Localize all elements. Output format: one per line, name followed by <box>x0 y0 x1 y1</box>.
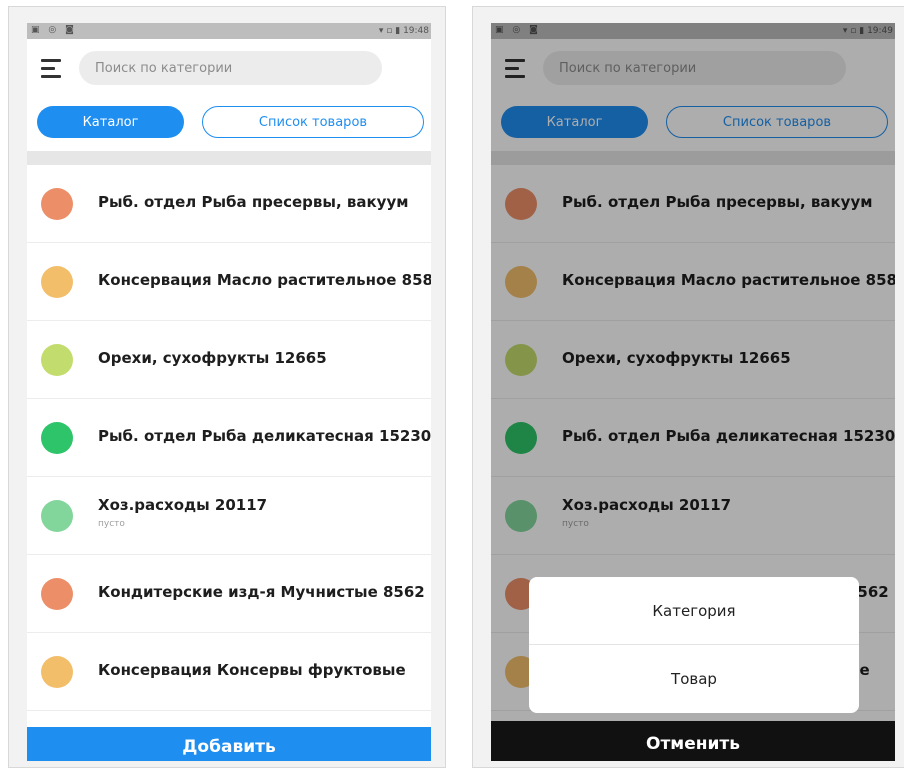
status-icons-right: ▾ ▫ ▮ 19:48 <box>379 26 429 36</box>
action-sheet: Категория Товар <box>529 577 859 713</box>
hamburger-icon <box>41 75 61 78</box>
tab-catalog[interactable]: Каталог <box>37 106 184 138</box>
status-time: 19:48 <box>403 26 429 36</box>
left-screenshot-frame: ▣ ◎ ◙ ▾ ▫ ▮ 19:48 Каталог Список товаров… <box>8 6 446 768</box>
category-color-dot <box>41 500 73 532</box>
category-row[interactable]: Консервация Консервы фруктовые <box>27 633 431 711</box>
category-color-dot <box>41 344 73 376</box>
hamburger-icon <box>41 59 61 62</box>
phone-screen: ▣ ◎ ◙ ▾ ▫ ▮ 19:48 Каталог Список товаров… <box>27 23 431 761</box>
category-row[interactable]: Орехи, сухофрукты 12665 <box>27 321 431 399</box>
status-icons: ▾ ▫ ▮ <box>378 26 401 36</box>
category-color-dot <box>41 656 73 688</box>
category-title: Орехи, сухофрукты 12665 <box>98 349 327 367</box>
cancel-button[interactable]: Отменить <box>491 721 895 761</box>
right-screenshot-frame: ▣ ◎ ◙ ▾ ▫ ▮ 19:49 Каталог Список товаров… <box>472 6 904 768</box>
list-header-strip <box>27 151 431 165</box>
category-title: Консервация Консервы фруктовые <box>98 661 406 679</box>
category-title: Рыб. отдел Рыба деликатесная 15230 <box>98 427 431 445</box>
category-list: Рыб. отдел Рыба пресервы, вакуум Консерв… <box>27 165 431 711</box>
add-button[interactable]: Добавить <box>27 727 431 761</box>
category-color-dot <box>41 422 73 454</box>
category-color-dot <box>41 578 73 610</box>
hamburger-icon <box>41 67 55 70</box>
category-color-dot <box>41 188 73 220</box>
phone-screen: ▣ ◎ ◙ ▾ ▫ ▮ 19:49 Каталог Список товаров… <box>491 23 895 761</box>
category-row[interactable]: Кондитерские изд-я Мучнистые 8562 <box>27 555 431 633</box>
category-title: Консервация Масло растительное 858 <box>98 271 431 289</box>
tab-goods-list[interactable]: Список товаров <box>202 106 424 138</box>
status-icons-left: ▣ ◎ ◙ <box>31 25 77 35</box>
category-row[interactable]: Рыб. отдел Рыба пресервы, вакуум <box>27 165 431 243</box>
option-category[interactable]: Категория <box>529 577 859 645</box>
category-row[interactable]: Хоз.расходы 20117 пусто <box>27 477 431 555</box>
category-title: Хоз.расходы 20117 <box>98 496 268 514</box>
category-color-dot <box>41 266 73 298</box>
category-title: Кондитерские изд-я Мучнистые 8562 <box>98 583 425 601</box>
category-row[interactable]: Рыб. отдел Рыба деликатесная 15230 <box>27 399 431 477</box>
search-input[interactable] <box>79 51 382 85</box>
category-subtitle: пусто <box>98 519 125 529</box>
status-bar: ▣ ◎ ◙ ▾ ▫ ▮ 19:48 <box>27 23 431 39</box>
category-row[interactable]: Консервация Масло растительное 858 <box>27 243 431 321</box>
menu-button[interactable] <box>39 59 63 79</box>
option-product[interactable]: Товар <box>529 645 859 713</box>
category-title: Рыб. отдел Рыба пресервы, вакуум <box>98 193 409 211</box>
